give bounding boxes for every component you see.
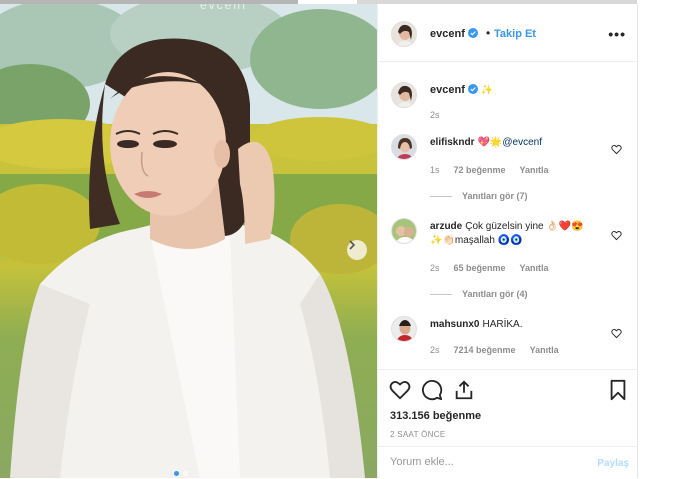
comment-text: elifiskndr 💖🌟@evcenf <box>430 136 610 150</box>
replies-divider <box>430 195 452 197</box>
comment-avatar[interactable] <box>391 134 417 160</box>
comment-input[interactable] <box>390 456 570 468</box>
verified-badge-icon <box>467 84 478 94</box>
save-button[interactable] <box>607 379 629 401</box>
share-upload-icon <box>455 380 473 400</box>
post-comment-button[interactable]: Paylaş <box>597 458 629 469</box>
carousel-dot <box>183 471 188 476</box>
follow-button[interactable]: Takip Et <box>494 28 536 40</box>
comment-likes[interactable]: 72 beğenme <box>454 165 506 175</box>
post-photo[interactable]: evcenf <box>0 4 377 478</box>
caption-avatar[interactable] <box>391 82 417 108</box>
comment-avatar[interactable] <box>391 316 417 342</box>
comment-time[interactable]: 1s <box>430 165 440 175</box>
comment-body: Çok güzelsin yine 👌🏻❤️😍 <box>465 221 584 232</box>
caption-username-text[interactable]: evcenf <box>430 84 465 96</box>
avatar-image <box>392 22 416 46</box>
view-replies-label: Yanıtları gör (7) <box>462 191 528 201</box>
replies-divider <box>430 293 452 295</box>
header-username[interactable]: evcenf <box>430 28 478 40</box>
comment-likes[interactable]: 65 beğenme <box>454 263 506 273</box>
reply-button[interactable]: Yanıtla <box>520 263 549 273</box>
post-sidebar: evcenf • Takip Et ••• evcenf ✨ 2s elifisk… <box>377 4 638 478</box>
caption-emoji: ✨ <box>480 85 494 96</box>
view-replies-label: Yanıtları gör (4) <box>462 289 528 299</box>
comment-button[interactable] <box>421 379 443 401</box>
avatar-image <box>392 83 416 107</box>
post-actions: 313.156 beğenme 2 SAAT ÖNCE <box>378 369 637 449</box>
carousel-dots <box>174 471 188 476</box>
comment-username[interactable]: elifiskndr <box>430 137 474 148</box>
comment-avatar[interactable] <box>391 218 417 244</box>
comment-meta: 2s 65 beğenme Yanıtla <box>430 263 549 273</box>
reply-button[interactable]: Yanıtla <box>530 345 559 355</box>
comment-time[interactable]: 2s <box>430 263 440 273</box>
comment-username[interactable]: mahsunx0 <box>430 319 479 330</box>
next-photo-button[interactable] <box>347 240 367 260</box>
heart-icon <box>611 329 622 339</box>
comment-username[interactable]: arzude <box>430 221 462 232</box>
likes-count[interactable]: 313.156 beğenme <box>390 410 481 422</box>
avatar-image <box>392 135 416 159</box>
comment-text: mahsunx0 HARİKA. <box>430 318 610 332</box>
comment-like-icon[interactable] <box>611 326 622 339</box>
header-separator: • <box>486 26 491 40</box>
comment-like-icon[interactable] <box>611 228 622 241</box>
caption-username[interactable]: evcenf ✨ <box>430 84 493 96</box>
comment-text: arzude Çok güzelsin yine 👌🏻❤️😍 ✨👏🏻maşalla… <box>430 220 610 248</box>
photo-watermark: evcenf <box>200 4 248 12</box>
comment-body-line2: ✨👏🏻maşallah 🧿🧿 <box>430 235 523 246</box>
post-timestamp[interactable]: 2 SAAT ÖNCE <box>390 430 445 439</box>
comment-likes[interactable]: 7214 beğenme <box>454 345 516 355</box>
comment-mention[interactable]: @evcenf <box>502 137 542 148</box>
heart-icon <box>611 145 622 155</box>
more-options-icon[interactable]: ••• <box>608 26 626 42</box>
reply-button[interactable]: Yanıtla <box>520 165 549 175</box>
like-button[interactable] <box>389 379 411 401</box>
comment-like-icon[interactable] <box>611 142 622 155</box>
comment-time[interactable]: 2s <box>430 345 440 355</box>
avatar-image <box>392 219 416 243</box>
photo-illustration <box>0 4 377 478</box>
comment-meta: 2s 7214 beğenme Yanıtla <box>430 345 559 355</box>
avatar-image <box>392 317 416 341</box>
header-username-text[interactable]: evcenf <box>430 28 465 40</box>
comment-bubble-icon <box>422 380 443 401</box>
comment-form: Paylaş <box>378 446 637 479</box>
post-header: evcenf • Takip Et ••• <box>378 4 637 62</box>
comment-body: HARİKA. <box>482 319 523 330</box>
comment-emoji: 💖🌟 <box>477 137 503 148</box>
heart-icon <box>389 381 411 400</box>
share-button[interactable] <box>453 379 475 401</box>
caption-time[interactable]: 2s <box>430 110 440 120</box>
carousel-dot-active <box>174 471 179 476</box>
view-replies-button[interactable]: Yanıtları gör (7) <box>430 191 528 201</box>
avatar[interactable] <box>391 21 417 47</box>
comment-meta: 1s 72 beğenme Yanıtla <box>430 165 549 175</box>
heart-icon <box>611 231 622 241</box>
bookmark-icon <box>610 379 626 401</box>
chevron-right-icon <box>349 240 356 250</box>
verified-badge-icon <box>467 28 478 38</box>
view-replies-button[interactable]: Yanıtları gör (4) <box>430 289 528 299</box>
